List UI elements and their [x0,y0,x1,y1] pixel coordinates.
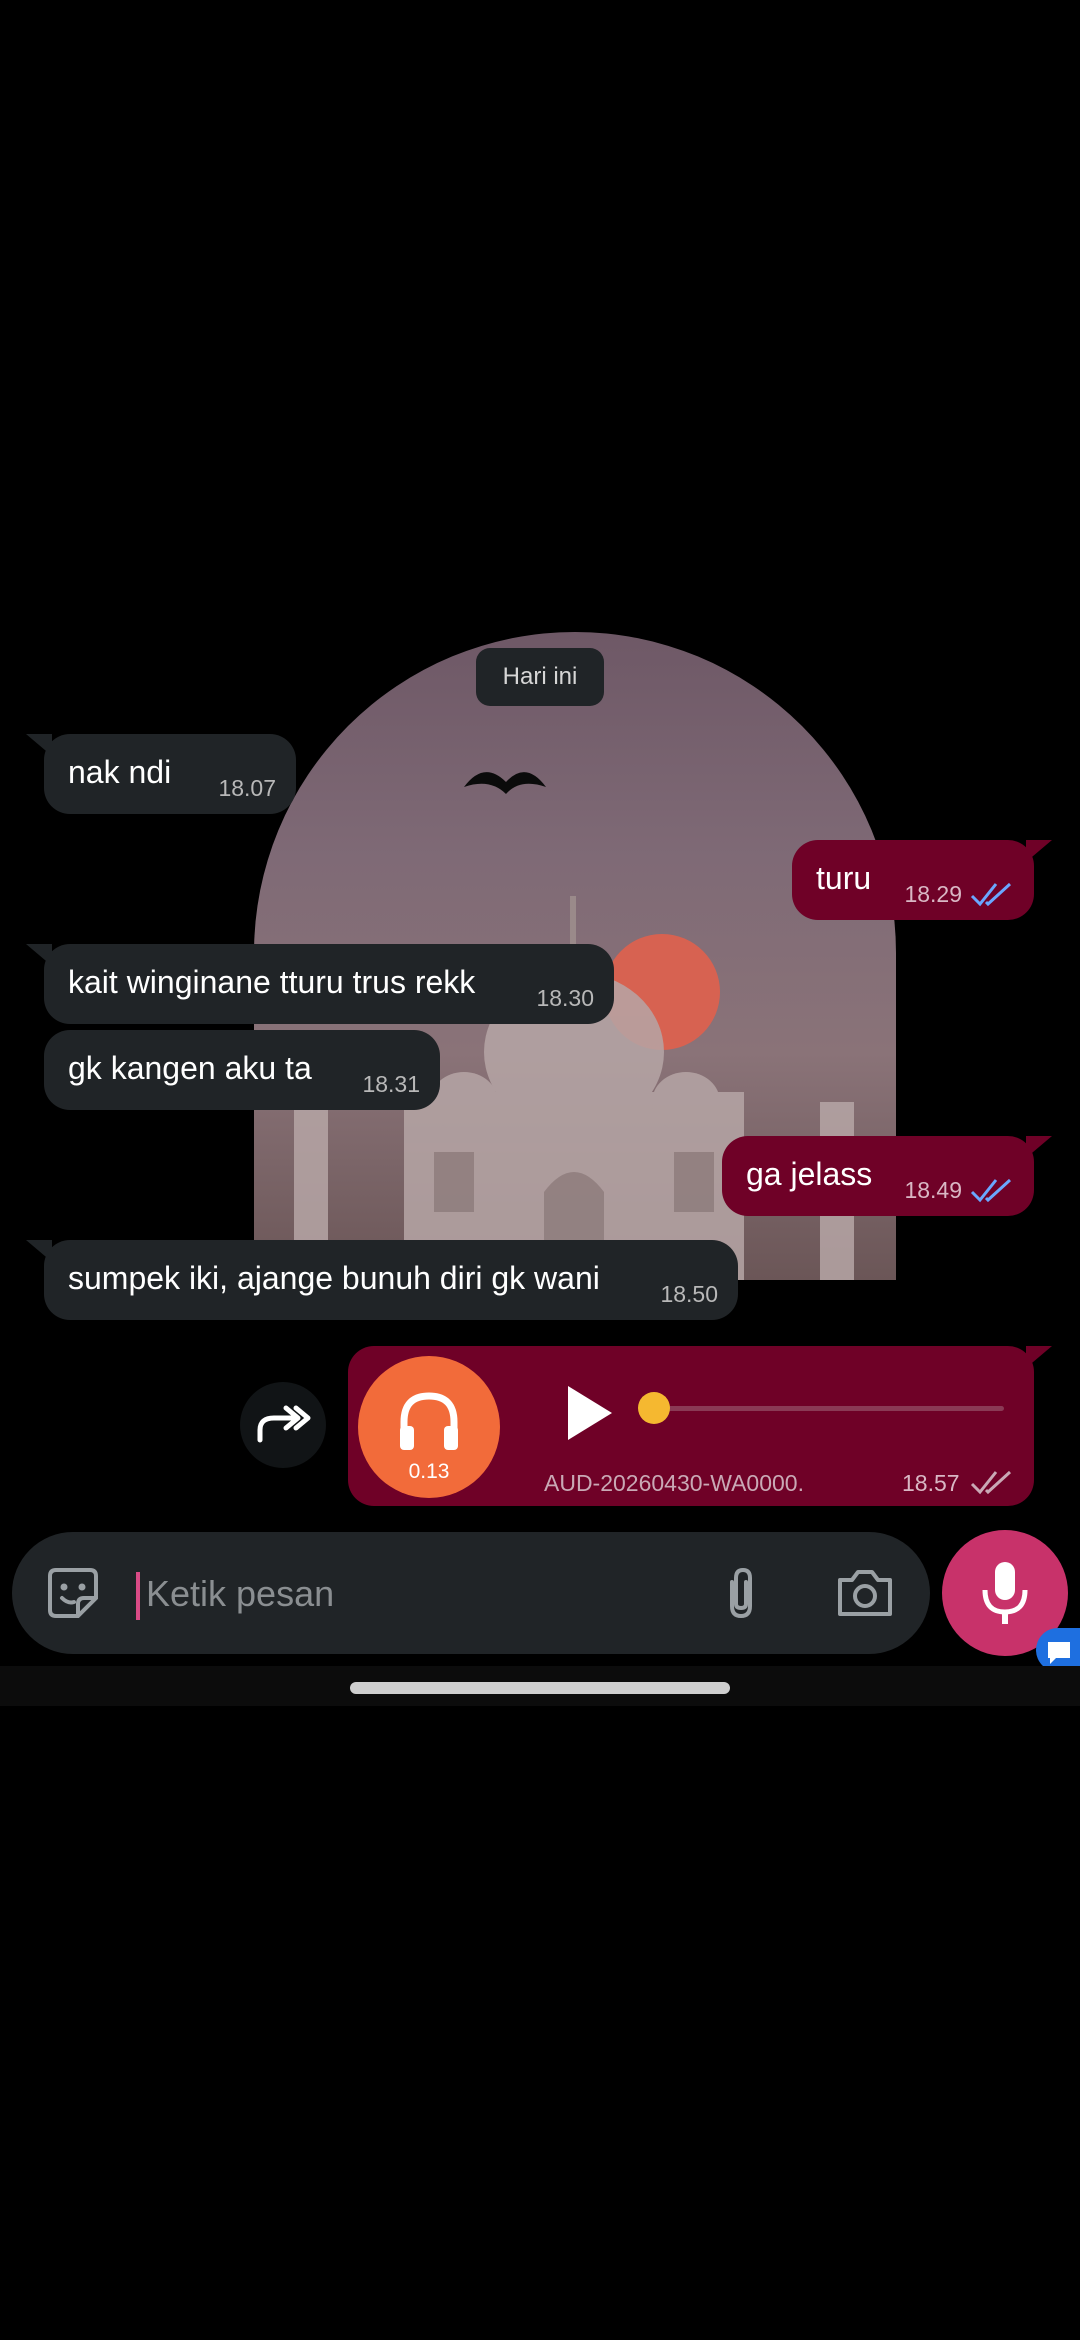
message-incoming[interactable]: nak ndi 18.07 [26,734,296,814]
forward-button[interactable] [240,1382,326,1468]
voice-progress-knob[interactable] [638,1392,670,1424]
attach-icon[interactable] [712,1564,770,1622]
message-text: nak ndi [68,754,172,790]
message-time: 18.31 [362,1071,420,1097]
voice-avatar: 0.13 [358,1356,500,1498]
message-incoming[interactable]: kait winginane tturu trus rekk 18.30 [26,944,614,1024]
message-outgoing[interactable]: turu 18.29 [792,840,1052,920]
voice-note-message[interactable]: 0.13 AUD-20260430-WA0000. 18.57 [348,1346,1052,1506]
bird-silhouette [464,772,546,794]
date-chip: Hari ini [476,648,604,706]
read-ticks-icon [970,882,1012,907]
sticker-icon[interactable] [42,1562,104,1624]
voice-filename: AUD-20260430-WA0000. [544,1470,804,1496]
message-text: kait winginane tturu trus rekk [68,964,476,1000]
message-composer [12,1532,930,1654]
message-time: 18.49 [904,1177,962,1203]
message-outgoing[interactable]: ga jelass 18.49 [722,1136,1052,1216]
voice-progress-track[interactable] [650,1406,1004,1411]
voice-duration: 0.13 [408,1460,450,1483]
message-incoming[interactable]: sumpek iki, ajange bunuh diri gk wani 18… [26,1240,738,1320]
home-indicator[interactable] [350,1682,730,1694]
delivered-ticks-icon [970,1470,1012,1495]
message-input[interactable] [144,1560,708,1628]
play-icon[interactable] [554,1378,624,1448]
message-text: ga jelass [746,1156,873,1192]
camera-icon[interactable] [834,1564,896,1622]
message-text: gk kangen aku ta [68,1050,312,1086]
message-incoming[interactable]: gk kangen aku ta 18.31 [44,1030,440,1110]
voice-time: 18.57 [902,1470,960,1496]
forward-icon [257,1405,311,1443]
read-ticks-icon [970,1178,1012,1203]
message-text: sumpek iki, ajange bunuh diri gk wani [68,1260,600,1296]
text-cursor [136,1572,140,1620]
message-time: 18.07 [218,775,276,801]
message-text: turu [816,860,872,896]
message-time: 18.29 [904,881,962,907]
message-time: 18.50 [660,1281,718,1307]
headphones-icon [400,1392,458,1450]
message-time: 18.30 [536,985,594,1011]
